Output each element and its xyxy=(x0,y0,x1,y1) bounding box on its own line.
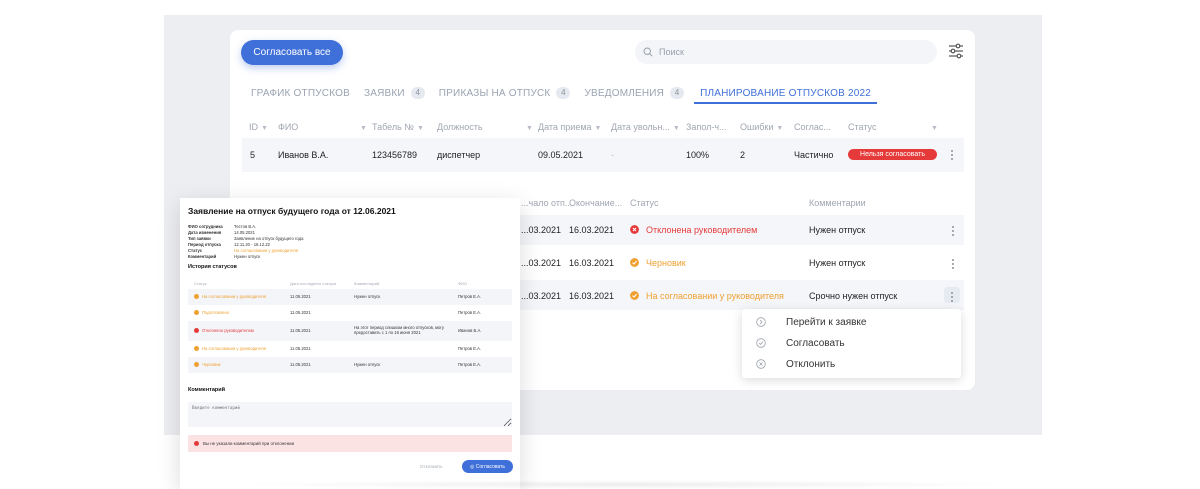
history-row: На согласовании у руководителя 11.05.202… xyxy=(188,289,512,305)
error-text: Вы не указали комментарий при отклонении xyxy=(203,441,295,446)
context-menu: Перейти к заявке Согласовать Отклонить xyxy=(742,309,961,378)
draft-icon xyxy=(630,258,639,267)
modal-field: Период отпуска 12.11.20 - 16.12.22 xyxy=(188,242,271,247)
modal-field: ФИО сотрудника Тестов В.А. xyxy=(188,224,257,229)
search-input[interactable]: Поиск xyxy=(635,40,937,64)
subcol-header-start[interactable]: ...чало отп... xyxy=(521,198,572,208)
approve-all-button[interactable]: Согласовать все xyxy=(241,40,343,65)
col-header-filled[interactable]: Запол-ч... xyxy=(686,122,727,132)
col-header-sort-icon[interactable]: ▼ xyxy=(523,122,533,132)
cell-position: диспетчер xyxy=(437,150,481,160)
status-dot xyxy=(194,346,199,351)
modal-field: Дата изменения 14.05.2021 xyxy=(188,230,255,235)
cell-comment: Нужен отпуск xyxy=(809,225,866,235)
col-header-hire-date[interactable]: Дата приема ▼ xyxy=(538,122,601,132)
tab-count-badge: 4 xyxy=(670,87,685,99)
cell-comment: Нужен отпуск xyxy=(809,258,866,268)
col-header-sort-icon[interactable]: ▼ xyxy=(357,122,367,132)
row-more-icon[interactable] xyxy=(949,290,955,304)
check-circle-icon xyxy=(756,338,766,348)
cell-status: Отклонена руководителем xyxy=(646,225,758,235)
tab-requests[interactable]: ЗАЯВКИ 4 xyxy=(364,84,425,102)
history-row: Черновик 11.05.2021 Нужен отпуск Петров … xyxy=(188,357,512,373)
cell-end: 16.03.2021 xyxy=(569,225,615,235)
status-dot xyxy=(194,310,199,315)
col-header-fire-date[interactable]: Дата увольн... ▼ xyxy=(611,122,680,132)
menu-item-approve[interactable]: Согласовать xyxy=(742,333,961,353)
col-header-sort-icon[interactable]: ▼ xyxy=(928,122,938,132)
rejected-icon xyxy=(630,225,639,234)
col-header-agreed[interactable]: Соглас... xyxy=(794,122,831,132)
col-header-name[interactable]: ФИО xyxy=(278,122,298,132)
reject-button[interactable]: Отклонить xyxy=(420,464,443,469)
search-placeholder: Поиск xyxy=(659,47,684,57)
status-badge: Нельзя согласовать xyxy=(848,149,937,160)
approve-button[interactable]: ◎ Согласовать xyxy=(462,460,513,473)
cell-start: ...03.2021 xyxy=(521,291,562,301)
cell-id: 5 xyxy=(250,150,256,160)
tab-count-badge: 4 xyxy=(556,87,571,99)
error-banner: Вы не указали комментарий при отклонении xyxy=(188,435,512,452)
comment-title: Комментарий xyxy=(188,387,226,393)
history-header: Дата последнего статуса xyxy=(290,281,337,286)
col-header-errors[interactable]: Ошибки ▼ xyxy=(740,122,783,132)
cell-fire-date: - xyxy=(611,150,614,160)
filter-sliders-icon[interactable] xyxy=(948,43,964,59)
cell-hire-date: 09.05.2021 xyxy=(538,150,584,160)
row-more-icon[interactable] xyxy=(950,224,956,238)
col-header-status[interactable]: Статус xyxy=(848,122,876,132)
cell-end: 16.03.2021 xyxy=(569,291,615,301)
menu-item-open-request[interactable]: Перейти к заявке xyxy=(742,312,961,332)
search-icon xyxy=(643,47,653,57)
cell-comment: Срочно нужен отпуск xyxy=(809,291,898,301)
tab-orders[interactable]: ПРИКАЗЫ НА ОТПУСК 4 xyxy=(439,84,571,102)
col-header-position[interactable]: Должность xyxy=(437,122,483,132)
cell-errors: 2 xyxy=(740,150,746,160)
subcol-header-status[interactable]: Статус xyxy=(630,198,658,208)
modal-field: Тип заявки Заявление на отпуск будущего г… xyxy=(188,236,304,241)
modal-title: Заявление на отпуск будущего года от 12.… xyxy=(188,206,396,216)
tab-vacation-schedule[interactable]: ГРАФИК ОТПУСКОВ xyxy=(251,84,350,102)
drop-shadow xyxy=(230,480,1020,489)
cell-start: ...03.2021 xyxy=(521,225,562,235)
tab-vacation-planning[interactable]: ПЛАНИРОВАНИЕ ОТПУСКОВ 2022 xyxy=(694,84,878,104)
col-header-tabel[interactable]: Табель № ▼ xyxy=(372,122,424,132)
error-icon xyxy=(194,441,199,446)
modal-field: Статус На согласовании у руководителя xyxy=(188,248,299,253)
subcol-header-comment[interactable]: Комментарии xyxy=(809,198,866,208)
cell-status: На согласовании у руководителя xyxy=(646,291,784,301)
row-more-icon[interactable] xyxy=(950,257,956,271)
pending-icon xyxy=(630,291,639,300)
cell-filled: 100% xyxy=(686,150,710,160)
row-more-icon[interactable] xyxy=(949,148,955,162)
status-dot xyxy=(194,294,199,299)
tab-count-badge: 4 xyxy=(410,87,425,99)
status-dot xyxy=(194,362,199,367)
cell-status: Черновик xyxy=(646,258,686,268)
history-row: Подготовлено 11.05.2021 Петров Е.А. xyxy=(188,305,512,321)
menu-item-reject[interactable]: Отклонить xyxy=(742,354,961,374)
history-title: История статусов xyxy=(188,264,237,270)
cell-start: ...03.2021 xyxy=(521,258,562,268)
modal-field: Комментарий Нужен отпуск xyxy=(188,254,261,259)
cell-tabel: 123456789 xyxy=(372,150,418,160)
history-header: Комментарий xyxy=(354,281,380,286)
history-header: ФИО xyxy=(458,281,468,286)
arrow-right-circle-icon xyxy=(756,317,766,327)
status-dot xyxy=(194,328,199,333)
tab-notifications[interactable]: УВЕДОМЛЕНИЯ 4 xyxy=(584,84,685,102)
cell-agreed: Частично xyxy=(794,150,834,160)
comment-input[interactable] xyxy=(188,402,512,427)
history-row: Отклонено руководителем 11.05.2021 На эт… xyxy=(188,321,512,341)
tab-bar: ГРАФИК ОТПУСКОВ ЗАЯВКИ 4 ПРИКАЗЫ НА ОТПУС… xyxy=(251,84,891,104)
subcol-header-end[interactable]: Окончание... xyxy=(569,198,622,208)
history-header: Статус xyxy=(194,281,207,286)
history-row: На согласовании у руководителя 11.05.202… xyxy=(188,341,512,357)
cell-name: Иванов В.А. xyxy=(278,150,329,160)
x-circle-icon xyxy=(756,359,766,369)
col-header-id[interactable]: ID ▼ xyxy=(249,122,268,132)
request-modal: Заявление на отпуск будущего года от 12.… xyxy=(180,198,520,489)
cell-end: 16.03.2021 xyxy=(569,258,615,268)
